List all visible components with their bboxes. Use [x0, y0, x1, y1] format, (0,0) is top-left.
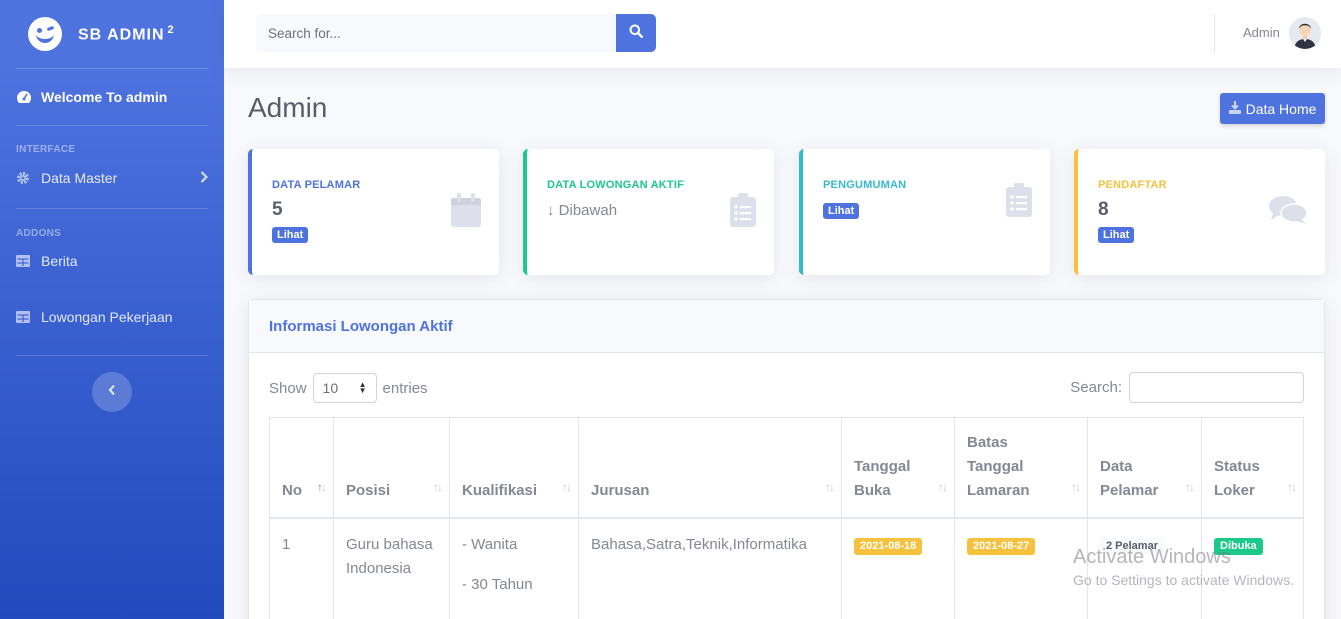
cell-no: 1 — [269, 517, 334, 619]
sort-icon: ↑↓ — [825, 479, 835, 494]
card-label: DATA PELAMAR — [272, 179, 361, 191]
column-header-batas-tanggal[interactable]: Batas Tanggal Lamaran ↑↓ — [954, 417, 1088, 519]
table-card-title: Informasi Lowongan Aktif — [269, 317, 453, 335]
chevron-right-icon — [200, 170, 208, 186]
cell-kualifikasi: - Wanita - 30 Tahun - — [449, 517, 579, 619]
card-label: PENDAFTAR — [1098, 179, 1167, 191]
topbar: Admin — [224, 0, 1341, 68]
column-header-kualifikasi[interactable]: Kualifikasi ↑↓ — [449, 417, 579, 519]
data-home-label: Data Home — [1245, 100, 1317, 117]
sidebar-item-label: Berita — [41, 253, 78, 269]
watermark-line2: Go to Settings to activate Windows. — [1073, 572, 1294, 588]
sidebar-item-label: Lowongan Pekerjaan — [41, 309, 173, 325]
sort-icon: ↑↓ — [317, 479, 327, 494]
clipboard-list-icon — [730, 193, 756, 232]
table-card-header: Informasi Lowongan Aktif — [249, 300, 1324, 353]
entries-label: entries — [382, 379, 428, 397]
chevron-left-icon — [108, 383, 116, 401]
card-pendaftar: PENDAFTAR 8 Lihat — [1074, 149, 1325, 275]
kualifikasi-item: - Wanita — [462, 535, 518, 553]
lihat-link[interactable]: Lihat — [272, 227, 309, 243]
sort-icon: ↑↓ — [1185, 479, 1195, 494]
search-input[interactable] — [256, 14, 616, 52]
search-button[interactable] — [616, 14, 656, 52]
data-home-button[interactable]: Data Home — [1220, 93, 1325, 124]
sort-icon: ↑↓ — [562, 479, 572, 494]
column-header-tanggal-buka[interactable]: Tanggal Buka ↑↓ — [841, 417, 955, 519]
cell-jurusan: Bahasa,Satra,Teknik,Informatika — [578, 517, 842, 619]
sort-arrows-icon: ▲ ▼ — [358, 380, 367, 395]
lihat-link[interactable]: Lihat — [823, 203, 860, 219]
avatar[interactable] — [1289, 17, 1321, 49]
sidebar-item-berita[interactable]: Berita — [0, 243, 224, 279]
sidebar-item-data-master[interactable]: Data Master — [0, 160, 224, 196]
sort-icon: ↑↓ — [433, 479, 443, 494]
sidebar-item-label: Welcome To admin — [41, 89, 168, 105]
watermark-line1: Activate Windows — [1073, 546, 1231, 568]
laugh-wink-icon — [28, 17, 62, 51]
column-header-status-loker[interactable]: Status Loker ↑↓ — [1201, 417, 1304, 519]
lihat-link[interactable]: Lihat — [1098, 227, 1135, 243]
entries-select-value: 10 — [322, 380, 339, 396]
table-header-row: No ↑↓ Posisi ↑↓ Kualifikasi ↑↓ Jurusan ↑↓ Ta… — [269, 417, 1304, 519]
date-badge: 2021-08-18 — [854, 537, 923, 555]
sort-icon: ↑↓ — [938, 479, 948, 494]
clipboard-list-icon — [1006, 183, 1032, 222]
show-label: Show — [269, 379, 307, 397]
column-header-jurusan[interactable]: Jurusan ↑↓ — [578, 417, 842, 519]
kualifikasi-item: - 30 Tahun — [462, 575, 533, 593]
entries-select[interactable]: 10 ▲ ▼ — [312, 373, 377, 403]
sidebar: SB ADMIN 2 Welcome To admin INTERFACE Dat… — [0, 0, 224, 619]
activate-windows-watermark: Activate Windows Go to Settings to activ… — [1073, 546, 1294, 588]
card-data-pelamar: DATA PELAMAR 5 Lihat — [248, 149, 499, 275]
card-pengumuman: PENGUMUMAN Lihat — [799, 149, 1050, 275]
date-badge: 2021-08-27 — [967, 537, 1036, 555]
calendar-icon — [451, 193, 481, 232]
search-icon — [629, 24, 643, 43]
table-search: Search: — [1070, 372, 1304, 403]
table-search-input[interactable] — [1129, 372, 1304, 403]
column-header-data-pelamar[interactable]: Data Pelamar ↑↓ — [1087, 417, 1202, 519]
comments-icon — [1269, 195, 1308, 230]
brand-text: SB ADMIN 2 — [78, 23, 175, 44]
card-label: PENGUMUMAN — [823, 179, 907, 191]
table-icon — [16, 255, 33, 267]
sort-icon: ↑↓ — [1071, 479, 1081, 494]
tachometer-icon — [16, 90, 33, 104]
arrow-down-icon: ↓ — [547, 202, 555, 219]
card-value: ↓ Dibawah — [547, 202, 618, 219]
table-icon — [16, 311, 33, 323]
sidebar-brand[interactable]: SB ADMIN 2 — [0, 0, 224, 68]
cell-batas-tanggal: 2021-08-27 — [954, 517, 1088, 619]
sort-icon: ↑↓ — [1287, 479, 1297, 494]
sidebar-divider — [16, 355, 208, 356]
topbar-search — [256, 14, 656, 52]
column-header-no[interactable]: No ↑↓ — [269, 417, 334, 519]
sidebar-item-dashboard[interactable]: Welcome To admin — [0, 69, 224, 125]
sidebar-heading-addons: ADDONS — [16, 228, 62, 239]
cog-icon — [16, 171, 33, 185]
card-label: DATA LOWONGAN AKTIF — [547, 179, 684, 191]
cell-tanggal-buka: 2021-08-18 — [841, 517, 955, 619]
topbar-divider — [1214, 14, 1215, 52]
table-search-label: Search: — [1070, 379, 1122, 396]
user-name[interactable]: Admin — [1243, 25, 1280, 40]
kualifikasi-item: - — [462, 613, 566, 619]
lowongan-table: No ↑↓ Posisi ↑↓ Kualifikasi ↑↓ Jurusan ↑↓ Ta… — [269, 417, 1304, 619]
page-title: Admin — [248, 92, 328, 123]
card-value: 5 — [272, 199, 283, 220]
card-data-lowongan: DATA LOWONGAN AKTIF ↓ Dibawah — [523, 149, 774, 275]
download-icon — [1228, 100, 1241, 117]
sidebar-toggle-button[interactable] — [92, 372, 132, 412]
entries-length: Show 10 ▲ ▼ entries — [269, 373, 428, 403]
sidebar-item-label: Data Master — [41, 170, 118, 186]
sidebar-item-lowongan[interactable]: Lowongan Pekerjaan — [0, 279, 224, 355]
column-header-posisi[interactable]: Posisi ↑↓ — [333, 417, 450, 519]
sidebar-heading-interface: INTERFACE — [16, 144, 76, 155]
cell-posisi: Guru bahasa Indonesia — [333, 517, 450, 619]
card-value: 8 — [1098, 199, 1109, 220]
